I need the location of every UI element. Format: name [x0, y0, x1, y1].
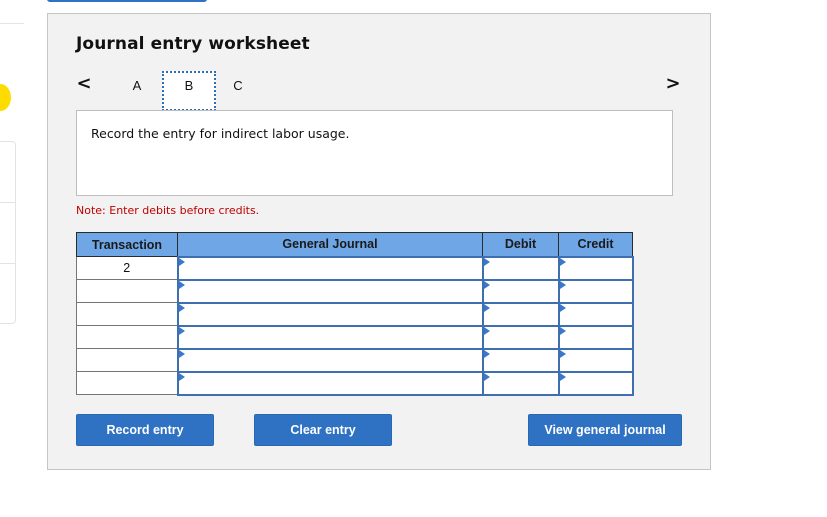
credit-input[interactable] [559, 372, 632, 394]
debit-input[interactable] [483, 326, 558, 348]
view-general-journal-button[interactable]: View general journal [528, 414, 682, 446]
header-general-journal: General Journal [177, 232, 483, 257]
dropdown-flag-icon [178, 257, 185, 266]
tab-c[interactable]: C [211, 71, 265, 111]
dropdown-flag-icon [178, 303, 185, 312]
card-separator [0, 202, 15, 203]
dropdown-flag-icon [178, 349, 185, 358]
dropdown-flag-icon [559, 257, 566, 266]
account-input-cell[interactable] [176, 370, 484, 396]
table-row [76, 278, 634, 304]
record-entry-button[interactable]: Record entry [76, 414, 214, 446]
debit-input[interactable] [483, 280, 558, 302]
dropdown-flag-icon [559, 326, 566, 335]
credit-input[interactable] [559, 349, 632, 371]
account-input[interactable] [178, 303, 482, 325]
worksheet-title: Journal entry worksheet [76, 34, 310, 54]
credit-input[interactable] [559, 257, 632, 279]
dropdown-flag-icon [559, 280, 566, 289]
credit-input[interactable] [559, 326, 632, 348]
note-text: Note: Enter debits before credits. [76, 204, 260, 217]
dropdown-flag-icon [178, 280, 185, 289]
account-input-cell[interactable] [176, 255, 484, 281]
table-row [76, 370, 634, 396]
transaction-cell [76, 348, 178, 372]
credit-input-cell[interactable] [557, 370, 634, 396]
account-input[interactable] [178, 349, 482, 371]
dropdown-flag-icon [178, 326, 185, 335]
account-input-cell[interactable] [176, 301, 484, 327]
debit-input-cell[interactable] [481, 255, 560, 281]
header-transaction: Transaction [76, 232, 178, 257]
debit-input-cell[interactable] [481, 324, 560, 350]
account-input[interactable] [178, 372, 482, 394]
credit-input-cell[interactable] [557, 301, 634, 327]
transaction-cell: 2 [76, 256, 178, 280]
header-credit: Credit [558, 232, 633, 257]
dropdown-flag-icon [483, 280, 490, 289]
debit-input-cell[interactable] [481, 278, 560, 304]
debit-input-cell[interactable] [481, 347, 560, 373]
tab-a[interactable]: A [110, 71, 164, 111]
dropdown-flag-icon [483, 303, 490, 312]
credit-input-cell[interactable] [557, 324, 634, 350]
clear-entry-button[interactable]: Clear entry [254, 414, 392, 446]
credit-input-cell[interactable] [557, 278, 634, 304]
account-input-cell[interactable] [176, 324, 484, 350]
dropdown-flag-icon [559, 349, 566, 358]
account-input[interactable] [178, 257, 482, 279]
table-header-row: Transaction General Journal Debit Credit [76, 232, 633, 257]
dropdown-flag-icon [483, 326, 490, 335]
credit-input-cell[interactable] [557, 347, 634, 373]
account-input[interactable] [178, 326, 482, 348]
card-separator [0, 263, 15, 264]
account-input-cell[interactable] [176, 278, 484, 304]
debit-input[interactable] [483, 257, 558, 279]
debit-input[interactable] [483, 372, 558, 394]
credit-input[interactable] [559, 303, 632, 325]
dropdown-flag-icon [178, 372, 185, 381]
table-row [76, 324, 634, 350]
prompt-box: Record the entry for indirect labor usag… [76, 110, 673, 196]
journal-table: Transaction General Journal Debit Credit… [76, 232, 634, 396]
chevron-left-icon[interactable]: < [76, 74, 92, 94]
debit-input-cell[interactable] [481, 301, 560, 327]
top-button-edge[interactable] [47, 0, 207, 2]
status-indicator-dot [0, 84, 11, 111]
debit-input-cell[interactable] [481, 370, 560, 396]
account-input-cell[interactable] [176, 347, 484, 373]
table-row [76, 301, 634, 327]
debit-input[interactable] [483, 349, 558, 371]
prompt-text: Record the entry for indirect labor usag… [91, 126, 350, 141]
debit-input[interactable] [483, 303, 558, 325]
table-row [76, 347, 634, 373]
journal-entry-worksheet-panel: Journal entry worksheet < A B C > Record… [47, 13, 711, 470]
dropdown-flag-icon [483, 372, 490, 381]
account-input[interactable] [178, 280, 482, 302]
chevron-right-icon[interactable]: > [665, 74, 681, 94]
transaction-cell [76, 371, 178, 395]
table-row: 2 [76, 255, 634, 281]
left-divider [0, 23, 24, 24]
dropdown-flag-icon [559, 372, 566, 381]
dropdown-flag-icon [483, 349, 490, 358]
credit-input-cell[interactable] [557, 255, 634, 281]
transaction-cell [76, 279, 178, 303]
dropdown-flag-icon [559, 303, 566, 312]
dropdown-flag-icon [483, 257, 490, 266]
transaction-cell [76, 325, 178, 349]
transaction-cell [76, 302, 178, 326]
tab-b[interactable]: B [162, 71, 216, 111]
left-side-card [0, 141, 16, 324]
header-debit: Debit [482, 232, 559, 257]
credit-input[interactable] [559, 280, 632, 302]
